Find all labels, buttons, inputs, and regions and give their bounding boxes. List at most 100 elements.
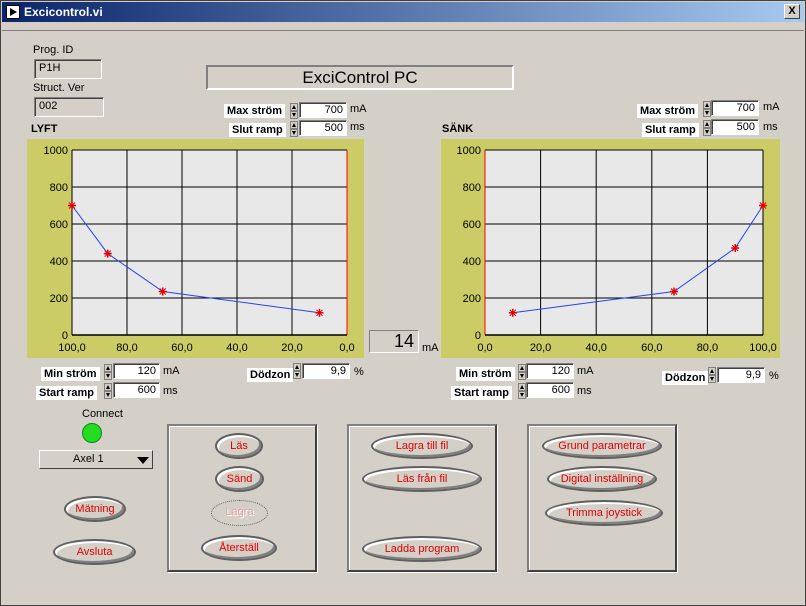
lyft-max-strom-spinner[interactable]: [290, 103, 298, 119]
x-tick-label: 20,0: [281, 342, 302, 354]
ladda-program-button[interactable]: Ladda program: [362, 536, 482, 562]
spin-up-icon[interactable]: [104, 383, 112, 391]
spin-down-icon[interactable]: [104, 391, 112, 399]
y-tick-label: 800: [50, 182, 68, 194]
lyft-dodzon-input[interactable]: 9,9: [302, 363, 350, 379]
avsluta-button[interactable]: Avsluta: [53, 539, 136, 565]
sank-dodzon-unit: %: [769, 370, 779, 382]
spin-up-icon[interactable]: [290, 121, 298, 129]
lyft-start-ramp-input[interactable]: 600: [113, 382, 160, 398]
axis-select[interactable]: Axel 1: [39, 450, 153, 469]
spin-down-icon[interactable]: [518, 372, 526, 380]
x-tick-label: 80,0: [697, 342, 718, 354]
lyft-max-strom-label: Max ström: [224, 104, 286, 118]
spin-up-icon[interactable]: [703, 101, 711, 109]
lyft-min-strom-spinner[interactable]: [104, 364, 112, 380]
spin-up-icon[interactable]: [518, 383, 526, 391]
sank-max-strom-input[interactable]: 700: [711, 100, 759, 116]
spin-up-icon[interactable]: [518, 364, 526, 372]
curve-point-marker[interactable]: [759, 201, 767, 210]
sank-max-strom-spinner[interactable]: [703, 101, 711, 117]
connect-label: Connect: [82, 408, 123, 420]
title-bar: Excicontrol.vi X: [2, 2, 804, 22]
spin-up-icon[interactable]: [290, 103, 298, 111]
current-display: 14: [369, 330, 419, 353]
spin-up-icon[interactable]: [104, 364, 112, 372]
lyft-start-ramp-unit: ms: [163, 385, 178, 397]
las-button[interactable]: Läs: [215, 433, 263, 459]
lyft-max-strom-input[interactable]: 700: [299, 102, 347, 118]
las-fran-fil-button[interactable]: Läs från fil: [362, 466, 482, 492]
grund-parametrar-button[interactable]: Grund parametrar: [542, 433, 662, 459]
curve-point-marker[interactable]: [68, 201, 76, 210]
window: Excicontrol.vi X Prog. ID P1H Struct. Ve…: [0, 0, 806, 606]
curve-point-marker[interactable]: [508, 308, 517, 317]
sank-title: SÄNK: [442, 123, 474, 135]
sank-slut-ramp-input[interactable]: 500: [711, 119, 759, 135]
trimma-joystick-button[interactable]: Trimma joystick: [545, 500, 663, 526]
lyft-min-strom-input[interactable]: 120: [113, 363, 160, 379]
sank-start-ramp-input[interactable]: 600: [526, 382, 574, 398]
plot-area: [485, 150, 763, 335]
spin-up-icon[interactable]: [708, 367, 716, 375]
curve-point-marker[interactable]: [670, 287, 679, 296]
x-tick-label: 60,0: [171, 342, 192, 354]
x-tick-label: 60,0: [641, 342, 662, 354]
x-tick-label: 0,0: [339, 342, 354, 354]
labview-vi-icon: [6, 5, 20, 19]
sank-slut-ramp-spinner[interactable]: [703, 120, 711, 136]
x-tick-label: 100,0: [749, 342, 777, 354]
sank-dodzon-input[interactable]: 9,9: [717, 367, 765, 383]
spin-down-icon[interactable]: [703, 109, 711, 117]
sank-slut-ramp-label: Slut ramp: [642, 123, 699, 137]
prog-id-label: Prog. ID: [33, 44, 74, 56]
sank-dodzon-spinner[interactable]: [708, 367, 716, 383]
axis-select-value: Axel 1: [73, 453, 104, 465]
spin-up-icon[interactable]: [293, 363, 301, 371]
y-tick-label: 600: [463, 219, 481, 231]
lyft-title: LYFT: [31, 123, 58, 135]
y-tick-label: 0: [62, 330, 68, 342]
app-banner: ExciControl PC: [206, 65, 514, 90]
sank-min-strom-spinner[interactable]: [518, 364, 526, 380]
spin-down-icon[interactable]: [703, 128, 711, 136]
curve-point-marker[interactable]: [103, 249, 112, 258]
spin-down-icon[interactable]: [293, 371, 301, 379]
spin-down-icon[interactable]: [290, 111, 298, 119]
matning-button[interactable]: Mätning: [64, 496, 126, 522]
spin-down-icon[interactable]: [518, 391, 526, 399]
lyft-slut-ramp-label: Slut ramp: [229, 123, 286, 137]
curve-point-marker[interactable]: [731, 244, 740, 253]
lyft-start-ramp-spinner[interactable]: [104, 383, 112, 399]
close-button[interactable]: X: [784, 4, 800, 19]
x-tick-label: 0,0: [477, 342, 492, 354]
lyft-min-strom-unit: mA: [163, 365, 180, 377]
lyft-dodzon-unit: %: [354, 366, 364, 378]
curve-point-marker[interactable]: [315, 308, 324, 317]
lyft-slut-ramp-spinner[interactable]: [290, 121, 298, 137]
curve-point-marker[interactable]: [158, 287, 167, 296]
chevron-down-icon[interactable]: [137, 457, 149, 464]
connect-led-indicator: [82, 423, 102, 443]
spin-down-icon[interactable]: [290, 129, 298, 137]
digital-installning-button[interactable]: Digital inställning: [547, 466, 657, 492]
lyft-chart: 100,0 80,0 60,0 40,0 20,0 0,0 0 200 400 600 800 100…: [44, 145, 355, 354]
spin-down-icon[interactable]: [708, 375, 716, 383]
current-display-unit: mA: [422, 342, 439, 354]
sank-min-strom-input[interactable]: 120: [526, 363, 574, 379]
lagra-button[interactable]: Lagra: [211, 500, 268, 526]
y-tick-label: 1000: [44, 145, 68, 157]
aterstall-button[interactable]: Återställ: [201, 535, 277, 561]
spin-up-icon[interactable]: [703, 120, 711, 128]
spin-down-icon[interactable]: [104, 372, 112, 380]
sank-slut-ramp-unit: ms: [763, 121, 778, 133]
sank-start-ramp-spinner[interactable]: [518, 383, 526, 399]
lagra-till-fil-button[interactable]: Lagra till fil: [371, 433, 473, 459]
window-title: Excicontrol.vi: [24, 5, 103, 19]
sank-start-ramp-label: Start ramp: [451, 386, 513, 400]
sand-button[interactable]: Sänd: [215, 466, 264, 492]
lyft-slut-ramp-input[interactable]: 500: [299, 120, 347, 136]
sank-min-strom-label: Min ström: [456, 367, 515, 381]
sank-chart: 0,0 20,0 40,0 60,0 80,0 100,0 0 200 400 600 800 100…: [457, 145, 777, 354]
lyft-dodzon-spinner[interactable]: [293, 363, 301, 379]
